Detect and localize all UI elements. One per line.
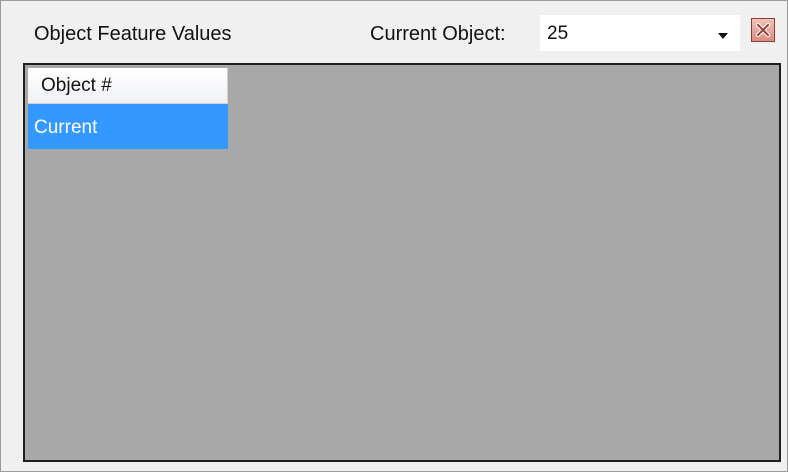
object-feature-values-panel: Object Feature Values Current Object: 25…: [0, 0, 788, 472]
current-object-value: 25: [547, 23, 569, 44]
close-button[interactable]: [751, 18, 775, 42]
grid-row-current[interactable]: Current: [28, 104, 228, 149]
grid-column-header-label: Object #: [41, 75, 112, 96]
close-icon: [756, 23, 770, 37]
current-object-dropdown[interactable]: 25: [540, 15, 740, 51]
panel-title: Object Feature Values: [34, 23, 232, 45]
current-object-label: Current Object:: [370, 23, 506, 45]
panel-toolbar: Object Feature Values Current Object: 25: [1, 1, 787, 63]
grid-row-label: Current: [34, 117, 98, 138]
chevron-down-icon[interactable]: [718, 33, 728, 39]
object-feature-grid[interactable]: Object # Current: [23, 63, 781, 462]
grid-column-header-object-number[interactable]: Object #: [28, 68, 228, 104]
